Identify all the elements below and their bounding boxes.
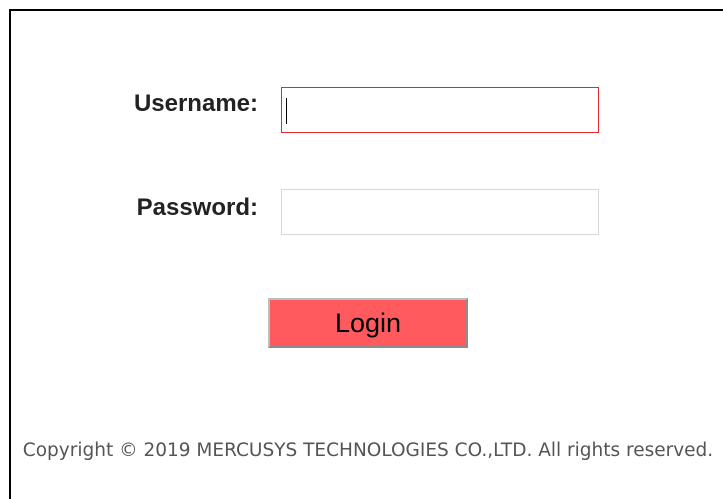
password-input[interactable]	[281, 189, 599, 235]
page-frame	[9, 9, 723, 499]
text-cursor	[286, 98, 287, 124]
password-label: Password:	[136, 194, 258, 221]
copyright-text: Copyright © 2019 MERCUSYS TECHNOLOGIES C…	[22, 440, 714, 461]
username-label: Username:	[133, 90, 258, 117]
login-button[interactable]: Login	[268, 298, 468, 348]
username-input[interactable]	[281, 87, 599, 133]
